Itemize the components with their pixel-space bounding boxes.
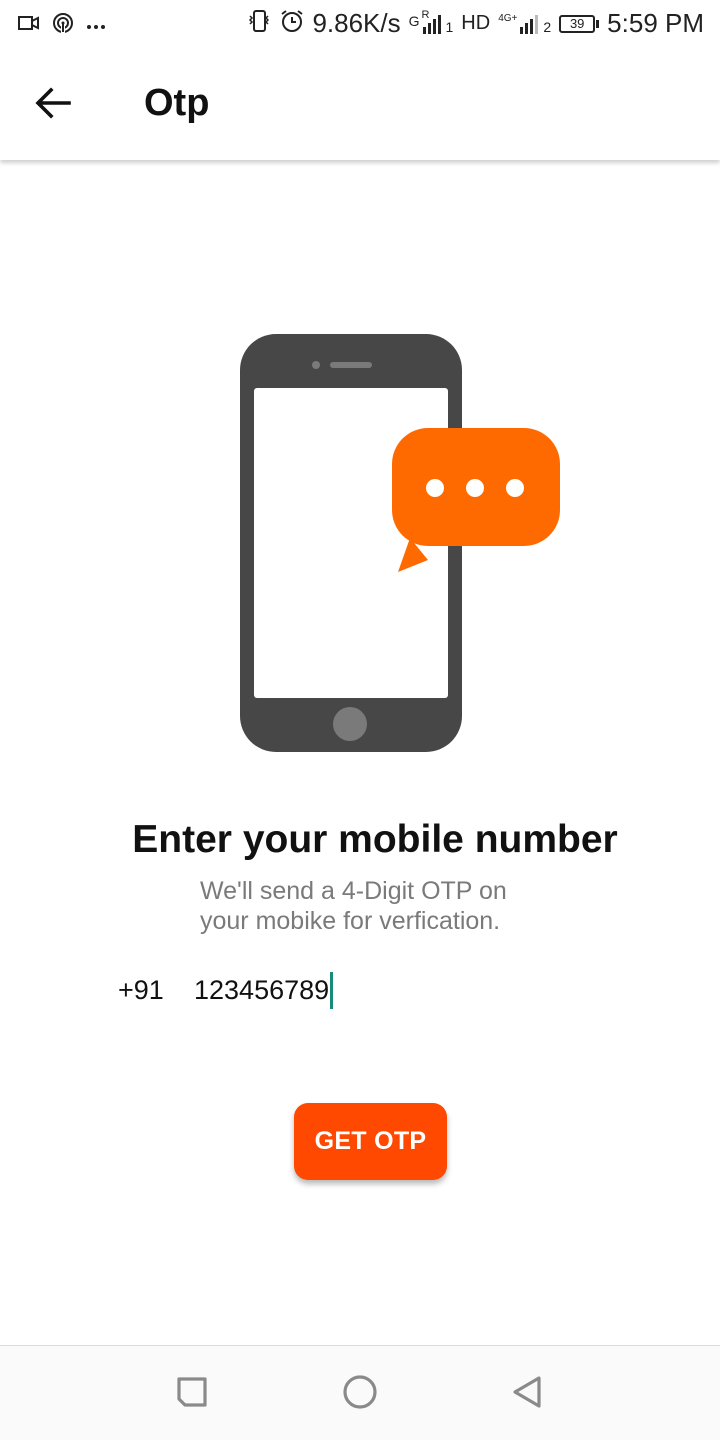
signal-icon: G R 1 [408,9,454,35]
clock: 5:59 PM [607,8,704,38]
nav-bar [0,1345,720,1440]
phone-number-value: 123456789 [194,974,330,1005]
more-dots-icon [86,17,106,35]
hd-label: HD [461,12,491,34]
status-bar: 9.86K/s G R 1 HD 4G+ 2 39 5:59 PM [0,0,720,52]
network-speed: 9.86K/s [312,8,401,38]
phone-number-input[interactable]: 123456789 [194,971,334,1009]
battery-level: 39 [559,14,596,33]
app-bar: Otp [0,52,720,160]
vibrate-icon [246,9,272,38]
subtext-line-1: We'll send a 4-Digit OTP on [200,877,507,905]
sim-1-label: 1 [445,18,454,35]
country-code: +91 [118,974,164,1005]
nav-back-button[interactable] [506,1374,546,1414]
get-otp-button[interactable]: GET OTP [294,1103,447,1180]
heading: Enter your mobile number [132,818,618,861]
subtext: We'll send a 4-Digit OTP on your mobike … [200,876,600,936]
hotspot-icon [52,12,74,39]
roaming-label: R [421,8,430,21]
text-cursor [330,971,334,1009]
arrow-left-icon [35,86,71,124]
back-triangle-icon [509,1375,543,1414]
phone-input-row: +91 123456789 [118,970,334,1010]
network-2-label: 4G+ [498,12,518,24]
recents-button[interactable] [172,1374,212,1414]
battery-icon: 39 [559,14,600,33]
subtext-line-2: your mobike for verfication. [200,907,501,935]
home-circle-icon [342,1374,378,1415]
recents-square-icon [175,1375,209,1414]
chat-bubble-icon [392,428,560,572]
back-button[interactable] [26,78,80,132]
home-button[interactable] [340,1374,380,1414]
signal-2-icon: 4G+ 2 [498,13,551,35]
page-title: Otp [144,82,210,124]
network-1-label: G [408,12,420,29]
alarm-icon [280,9,304,38]
video-icon [18,15,40,36]
phone-chat-illustration [232,326,572,760]
sim-2-label: 2 [543,18,552,35]
